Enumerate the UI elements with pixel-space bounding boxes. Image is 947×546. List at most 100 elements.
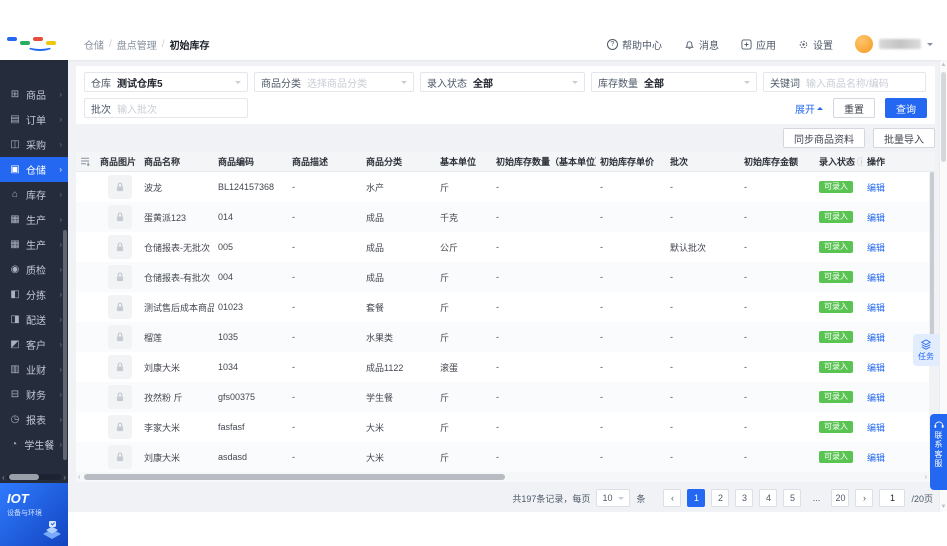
warehouse-select[interactable]: 仓库 测试仓库5 — [84, 72, 248, 92]
edit-link[interactable]: 编辑 — [867, 333, 885, 343]
page-button-1[interactable]: 1 — [687, 489, 706, 507]
basic-unit: 斤 — [440, 332, 450, 343]
apps-button[interactable]: 应用 — [741, 37, 776, 52]
page-button-5[interactable]: 5 — [783, 489, 802, 507]
sidebar-item-质检[interactable]: ◉ 质检 › — [0, 257, 68, 282]
sidebar-item-订单[interactable]: ▤ 订单 › — [0, 107, 68, 132]
batch-input[interactable]: 批次 输入批次 — [84, 98, 248, 118]
initial-qty: - — [496, 362, 499, 372]
search-button[interactable]: 查询 — [885, 98, 927, 118]
contact-support-tab[interactable]: 联系客服 — [930, 414, 947, 490]
sidebar: ⊞ 商品 › ▤ 订单 › ◫ 采购 › ▣ 仓储 › ⌂ 库存 › ▦ 生产 › ▦ 生产 › ◉ 质检 › ◧ 分拣 › ◨ 配送 ›… — [0, 60, 68, 546]
warehouse-icon: ▣ — [10, 164, 20, 175]
reset-button[interactable]: 重置 — [833, 98, 875, 118]
initial-price: - — [600, 212, 603, 222]
column-header: 录入状态 ⓘ — [815, 155, 863, 168]
breadcrumb-item[interactable]: 盘点管理 — [117, 37, 157, 52]
stock-qty-select[interactable]: 库存数量 全部 — [591, 72, 757, 92]
scrollbar-thumb[interactable] — [930, 172, 934, 340]
page-jump-input[interactable] — [879, 489, 906, 507]
scrollbar-thumb[interactable] — [941, 72, 946, 162]
initial-qty: - — [496, 302, 499, 312]
messages-button[interactable]: 消息 — [684, 37, 719, 52]
product-code: 014 — [218, 212, 234, 222]
edit-link[interactable]: 编辑 — [867, 423, 885, 433]
scrollbar-thumb[interactable] — [84, 474, 505, 480]
scroll-up-icon[interactable]: ▲ — [940, 62, 947, 68]
scroll-down-icon[interactable]: ▼ — [940, 504, 947, 510]
sidebar-item-生产[interactable]: ▦ 生产 › — [0, 232, 68, 257]
page-button-3[interactable]: 3 — [735, 489, 754, 507]
sidebar-item-采购[interactable]: ◫ 采购 › — [0, 132, 68, 157]
table-horizontal-scrollbar[interactable]: ‹ › — [76, 472, 929, 482]
table-row: 李家大米 fasfasf - 大米 斤 - - - - 可录入 编辑 — [76, 412, 935, 442]
sidebar-item-商品[interactable]: ⊞ 商品 › — [0, 82, 68, 107]
initial-amount: - — [744, 422, 747, 432]
edit-link[interactable]: 编辑 — [867, 213, 885, 223]
category-select[interactable]: 商品分类 选择商品分类 — [254, 72, 414, 92]
lock-icon — [116, 332, 124, 342]
breadcrumb-item[interactable]: 仓储 — [84, 37, 104, 52]
product-code: 01023 — [218, 302, 244, 312]
help-center-button[interactable]: ? 帮助中心 — [607, 37, 662, 52]
edit-link[interactable]: 编辑 — [867, 303, 885, 313]
sidebar-item-业财[interactable]: ▥ 业财 › — [0, 357, 68, 382]
scroll-left-icon[interactable]: ‹ — [2, 473, 5, 482]
product-code: 004 — [218, 272, 234, 282]
product-name: 波龙 — [144, 182, 163, 193]
page-button-20[interactable]: 20 — [831, 489, 850, 507]
sync-products-button[interactable]: 同步商品资料 — [783, 128, 865, 148]
product-image-placeholder — [108, 205, 132, 229]
status-badge: 可录入 — [819, 451, 853, 463]
initial-price: - — [600, 302, 603, 312]
next-page-button[interactable]: › — [855, 489, 874, 507]
edit-link[interactable]: 编辑 — [867, 363, 885, 373]
entry-status-select[interactable]: 录入状态 全部 — [420, 72, 585, 92]
task-widget[interactable]: 任务 — [913, 334, 939, 366]
edit-link[interactable]: 编辑 — [867, 243, 885, 253]
sidebar-vertical-scrollbar[interactable] — [63, 230, 67, 460]
page-button-4[interactable]: 4 — [759, 489, 778, 507]
page-button-2[interactable]: 2 — [711, 489, 730, 507]
edit-link[interactable]: 编辑 — [867, 393, 885, 403]
column-settings-icon[interactable] — [76, 156, 96, 168]
production-icon: ▦ — [10, 214, 20, 225]
product-desc: - — [292, 242, 295, 252]
sidebar-item-配送[interactable]: ◨ 配送 › — [0, 307, 68, 332]
iot-banner[interactable]: IOT 设备与环境 — [0, 483, 68, 546]
scroll-left-icon[interactable]: ‹ — [78, 474, 80, 481]
sidebar-item-库存[interactable]: ⌂ 库存 › — [0, 182, 68, 207]
batch-import-button[interactable]: 批量导入 — [873, 128, 935, 148]
chevron-down-icon — [618, 496, 625, 503]
initial-amount: - — [744, 332, 747, 342]
sidebar-item-分拣[interactable]: ◧ 分拣 › — [0, 282, 68, 307]
edit-link[interactable]: 编辑 — [867, 453, 885, 463]
lock-icon — [116, 272, 124, 282]
settings-button[interactable]: 设置 — [798, 37, 833, 52]
scroll-right-icon[interactable]: › — [925, 474, 927, 481]
keyword-input[interactable]: 关键词 输入商品名称/编码 — [763, 72, 926, 92]
column-header: 初始库存数量（基本单位） — [496, 157, 596, 167]
app-logo[interactable] — [0, 28, 68, 60]
sidebar-item-财务[interactable]: ⊟ 财务 › — [0, 382, 68, 407]
product-category: 水产 — [366, 182, 385, 193]
prev-page-button[interactable]: ‹ — [663, 489, 682, 507]
product-name: 仓储报表-有批次 — [144, 272, 210, 283]
sidebar-item-报表[interactable]: ◷ 报表 › — [0, 407, 68, 432]
initial-amount: - — [744, 302, 747, 312]
sidebar-item-仓储[interactable]: ▣ 仓储 › — [0, 157, 68, 182]
edit-link[interactable]: 编辑 — [867, 183, 885, 193]
expand-filters-link[interactable]: 展开 — [795, 101, 823, 116]
scrollbar-thumb[interactable] — [8, 474, 39, 480]
sidebar-item-生产[interactable]: ▦ 生产 › — [0, 207, 68, 232]
user-menu[interactable] — [855, 35, 933, 53]
sidebar-horizontal-scrollbar[interactable]: ‹ › — [0, 471, 68, 483]
chevron-right-icon: › — [59, 265, 62, 274]
product-name: 测试售后成本商品 — [144, 302, 214, 313]
page-size-select[interactable]: 10 — [596, 489, 631, 507]
sidebar-item-客户[interactable]: ◩ 客户 › — [0, 332, 68, 357]
scroll-right-icon[interactable]: › — [63, 473, 66, 482]
edit-link[interactable]: 编辑 — [867, 273, 885, 283]
sidebar-item-学生餐[interactable]: ◔ 学生餐 › — [0, 432, 68, 457]
product-desc: - — [292, 212, 295, 222]
